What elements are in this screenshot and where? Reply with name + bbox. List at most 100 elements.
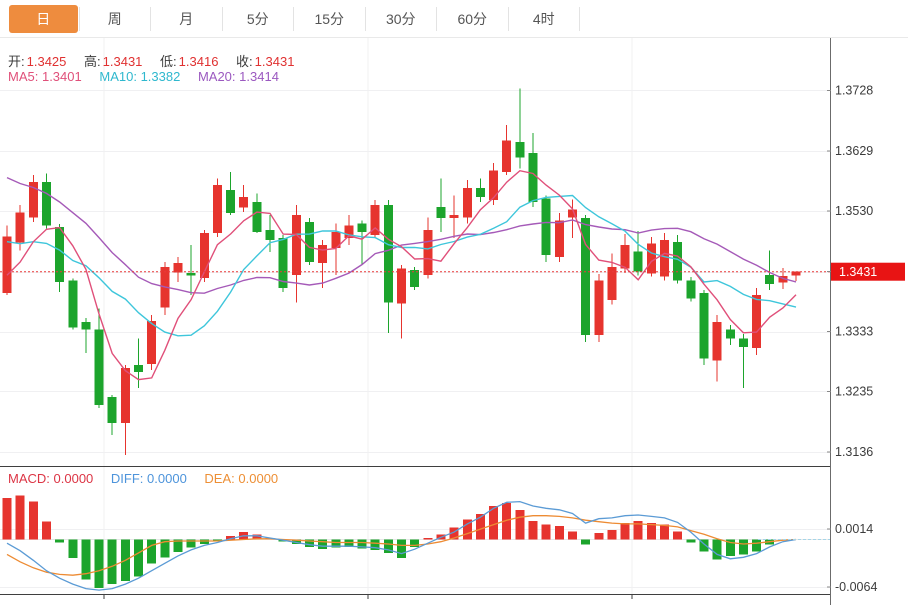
candle-body (423, 230, 432, 275)
candle-body (397, 269, 406, 304)
macd-bar (16, 496, 25, 540)
macd-bar (752, 540, 761, 552)
macd-bar (555, 526, 564, 539)
close-value: 1.3431 (255, 54, 295, 69)
candle-body (134, 365, 143, 372)
y-axis-label: 1.3728 (835, 83, 873, 97)
open-value: 1.3425 (27, 54, 67, 69)
candle-body (121, 368, 130, 423)
macd-bar (529, 521, 538, 540)
candle-body (95, 330, 104, 405)
candlestick-chart[interactable]: 1.34311.37281.36291.35301.33331.32351.31… (0, 0, 908, 605)
macd-bar (673, 531, 682, 539)
candle-body (555, 220, 564, 257)
candle-body (450, 215, 459, 218)
candle-body (594, 280, 603, 335)
candle-body (239, 197, 248, 207)
candle-body (68, 280, 77, 327)
macd-bar (108, 540, 117, 585)
candle-body (765, 275, 774, 284)
candle-body (699, 293, 708, 358)
candle-body (226, 190, 235, 213)
candle-body (252, 202, 261, 232)
macd-value: MACD: 0.0000 (8, 471, 93, 486)
macd-bar (660, 525, 669, 540)
candle-body (792, 272, 801, 276)
candle-body (266, 230, 275, 240)
candle-body (476, 188, 485, 197)
candle-body (3, 236, 12, 293)
macd-bar (607, 530, 616, 540)
candle-body (463, 188, 472, 217)
macd-bar (568, 531, 577, 539)
candle-body (358, 223, 367, 232)
low-value: 1.3416 (179, 54, 219, 69)
y-axis-label: 1.3235 (835, 384, 873, 398)
candle-body (634, 252, 643, 272)
y-axis-label: 1.3629 (835, 144, 873, 158)
macd-bar (3, 498, 12, 540)
candle-body (529, 153, 538, 202)
candle-body (187, 273, 196, 275)
candle-body (384, 205, 393, 302)
app-root: 日周月5分15分30分60分4时 1.34311.37281.36291.353… (0, 0, 908, 605)
macd-bar (200, 540, 209, 544)
macd-bar (594, 533, 603, 540)
candle-body (647, 244, 656, 274)
macd-bar (515, 510, 524, 540)
close-label: 收: (236, 54, 253, 69)
high-value: 1.3431 (103, 54, 143, 69)
candle-body (55, 227, 64, 282)
ma20-value: MA20: 1.3414 (198, 69, 279, 84)
candle-body (436, 207, 445, 218)
low-label: 低: (160, 54, 177, 69)
diff-value: DIFF: 0.0000 (111, 471, 187, 486)
macd-bar (68, 540, 77, 559)
macd-legend: MACD: 0.0000 DIFF: 0.0000 DEA: 0.0000 (8, 471, 292, 486)
candle-body (42, 182, 51, 225)
candle-body (621, 245, 630, 269)
macd-bar (686, 540, 695, 543)
macd-axis-label: 0.0014 (835, 522, 873, 536)
macd-bar (134, 540, 143, 577)
candle-body (713, 322, 722, 360)
candle-body (81, 322, 90, 330)
macd-bar (397, 540, 406, 559)
candle-body (410, 270, 419, 287)
candle-body (147, 321, 156, 364)
y-axis-label: 1.3333 (835, 325, 873, 339)
candle-body (292, 215, 301, 275)
macd-axis-label: -0.0064 (835, 580, 877, 594)
candle-body (108, 397, 117, 423)
candle-body (489, 170, 498, 200)
macd-bar (29, 502, 38, 540)
macd-bar (713, 540, 722, 560)
macd-bar (581, 540, 590, 545)
candle-body (752, 295, 761, 348)
current-price-tag-label: 1.3431 (839, 265, 877, 279)
macd-bar (147, 540, 156, 564)
y-axis-label: 1.3136 (835, 445, 873, 459)
candle-body (660, 240, 669, 277)
candle-body (515, 142, 524, 157)
macd-bar (542, 525, 551, 540)
candle-body (739, 338, 748, 347)
candle-body (502, 140, 511, 172)
macd-bar (621, 523, 630, 539)
ma5-value: MA5: 1.3401 (8, 69, 82, 84)
macd-bar (55, 540, 64, 543)
macd-bar (476, 514, 485, 539)
candle-body (726, 330, 735, 339)
candle-body (318, 245, 327, 263)
macd-bar (647, 523, 656, 539)
ohlc-legend: 开:1.3425 高:1.3431 低:1.3416 收:1.3431 (8, 51, 308, 70)
candle-body (173, 263, 182, 272)
macd-bar (739, 540, 748, 555)
candle-body (542, 198, 551, 255)
candle-body (686, 280, 695, 298)
high-label: 高: (84, 54, 101, 69)
dea-value: DEA: 0.0000 (204, 471, 278, 486)
ma-legend: MA5: 1.3401 MA10: 1.3382 MA20: 1.3414 (8, 69, 293, 84)
macd-bar (42, 522, 51, 540)
ma10-value: MA10: 1.3382 (99, 69, 180, 84)
